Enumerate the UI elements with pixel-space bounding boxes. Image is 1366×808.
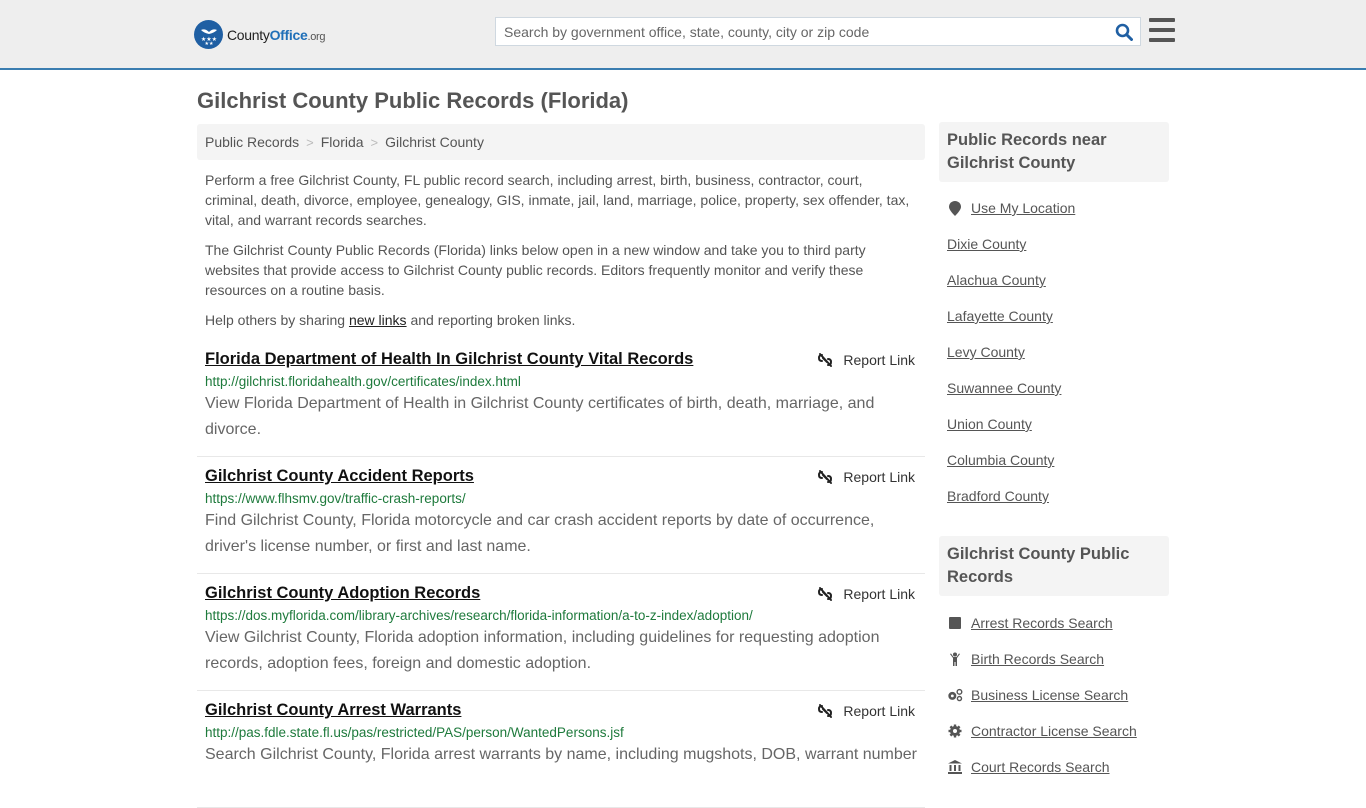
nearby-county-link[interactable]: Levy County — [947, 344, 1025, 360]
nearby-county-item: Alachua County — [947, 262, 1169, 298]
record-url[interactable]: https://www.flhsmv.gov/traffic-crash-rep… — [205, 491, 917, 506]
broken-link-icon — [818, 587, 833, 601]
record-description: View Florida Department of Health in Gil… — [205, 395, 875, 438]
nearby-county-item: Columbia County — [947, 442, 1169, 478]
report-link-button[interactable]: Report Link — [817, 352, 915, 368]
page-title: Gilchrist County Public Records (Florida… — [197, 88, 629, 113]
contractor-license-link[interactable]: Contractor License Search — [971, 723, 1137, 739]
nearby-county-link[interactable]: Suwannee County — [947, 380, 1061, 396]
gear-icon — [947, 724, 963, 738]
site-logo[interactable]: ★★★ ★★ CountyOffice.org — [194, 20, 326, 49]
arrest-records-link[interactable]: Arrest Records Search — [971, 615, 1113, 631]
nearby-county-link[interactable]: Union County — [947, 416, 1032, 432]
report-link-button[interactable]: Report Link — [817, 703, 915, 719]
intro-paragraph-2: The Gilchrist County Public Records (Flo… — [205, 242, 866, 298]
record-description: Search Gilchrist County, Florida arrest … — [205, 746, 917, 763]
county-record-item: Contractor License Search — [947, 713, 1169, 749]
broken-link-icon — [818, 704, 833, 718]
nearby-county-link[interactable]: Lafayette County — [947, 308, 1053, 324]
record-title-link[interactable]: Gilchrist County Arrest Warrants — [205, 701, 461, 720]
svg-text:★★: ★★ — [204, 41, 213, 46]
map-marker-icon — [947, 200, 963, 216]
record-url[interactable]: http://pas.fdle.state.fl.us/pas/restrict… — [205, 725, 917, 740]
nearby-county-item: Suwannee County — [947, 370, 1169, 406]
county-record-item: Business License Search — [947, 677, 1169, 713]
square-icon — [947, 616, 963, 630]
new-links-link[interactable]: new links — [349, 312, 407, 328]
sidebar-nearby: Public Records near Gilchrist County Use… — [939, 122, 1169, 514]
county-record-item: Arrest Records Search — [947, 605, 1169, 641]
intro-paragraph-1: Perform a free Gilchrist County, FL publ… — [205, 172, 910, 228]
intro-paragraph-3: Help others by sharing new links and rep… — [205, 312, 576, 328]
search-icon — [1115, 23, 1133, 41]
record-item: Gilchrist County Accident Reports Report… — [197, 457, 925, 574]
record-title-link[interactable]: Florida Department of Health In Gilchris… — [205, 350, 693, 369]
business-license-link[interactable]: Business License Search — [971, 687, 1128, 703]
record-list: Florida Department of Health In Gilchris… — [197, 340, 925, 808]
record-item: Gilchrist County Adoption Records Report… — [197, 574, 925, 691]
county-records-list: Arrest Records Search Birth Records Sear… — [939, 605, 1169, 785]
nearby-county-item: Dixie County — [947, 226, 1169, 262]
report-link-button[interactable]: Report Link — [817, 469, 915, 485]
breadcrumb-separator: > — [306, 134, 314, 150]
use-my-location-link[interactable]: Use My Location — [971, 200, 1075, 216]
nearby-county-link[interactable]: Columbia County — [947, 452, 1054, 468]
broken-link-icon — [818, 353, 833, 367]
county-record-item: Court Records Search — [947, 749, 1169, 785]
search-button[interactable] — [1108, 18, 1140, 45]
sidebar-county-records-title: Gilchrist County Public Records — [939, 536, 1169, 596]
nearby-county-item: Bradford County — [947, 478, 1169, 514]
court-records-link[interactable]: Court Records Search — [971, 759, 1110, 775]
hamburger-menu-icon[interactable] — [1149, 18, 1175, 42]
birth-records-link[interactable]: Birth Records Search — [971, 651, 1104, 667]
nearby-county-link[interactable]: Bradford County — [947, 488, 1049, 504]
sidebar-county-records: Gilchrist County Public Records Arrest R… — [939, 536, 1169, 785]
site-header: ★★★ ★★ CountyOffice.org — [0, 0, 1366, 70]
logo-text: CountyOffice.org — [227, 26, 326, 43]
use-my-location-item: Use My Location — [947, 190, 1169, 226]
record-url[interactable]: https://dos.myflorida.com/library-archiv… — [205, 608, 917, 623]
nearby-county-link[interactable]: Dixie County — [947, 236, 1026, 252]
nearby-county-link[interactable]: Alachua County — [947, 272, 1046, 288]
nearby-county-item: Lafayette County — [947, 298, 1169, 334]
intro-text: Perform a free Gilchrist County, FL publ… — [205, 170, 917, 340]
breadcrumb-separator: > — [370, 134, 379, 150]
courthouse-icon — [947, 760, 963, 774]
nearby-county-item: Union County — [947, 406, 1169, 442]
record-item: Gilchrist County Arrest Warrants Report … — [197, 691, 925, 808]
sidebar-nearby-title: Public Records near Gilchrist County — [939, 122, 1169, 182]
search-input[interactable] — [496, 18, 1108, 45]
broken-link-icon — [818, 470, 833, 484]
nearby-county-list: Use My Location Dixie County Alachua Cou… — [939, 190, 1169, 514]
eagle-stars-icon: ★★★ ★★ — [194, 20, 223, 49]
record-url[interactable]: http://gilchrist.floridahealth.gov/certi… — [205, 374, 917, 389]
record-description: Find Gilchrist County, Florida motorcycl… — [205, 512, 875, 555]
county-record-item: Birth Records Search — [947, 641, 1169, 677]
cogs-icon — [947, 688, 963, 702]
breadcrumb-gilchrist-county[interactable]: Gilchrist County — [385, 134, 484, 150]
breadcrumb: Public Records > Florida > Gilchrist Cou… — [197, 124, 925, 160]
report-link-button[interactable]: Report Link — [817, 586, 915, 602]
nearby-county-item: Levy County — [947, 334, 1169, 370]
record-title-link[interactable]: Gilchrist County Adoption Records — [205, 584, 480, 603]
child-icon — [947, 652, 963, 667]
record-description: View Gilchrist County, Florida adoption … — [205, 629, 880, 672]
record-title-link[interactable]: Gilchrist County Accident Reports — [205, 467, 474, 486]
breadcrumb-florida[interactable]: Florida — [321, 134, 364, 150]
search-box — [495, 17, 1141, 46]
record-item: Florida Department of Health In Gilchris… — [197, 340, 925, 457]
breadcrumb-public-records[interactable]: Public Records — [205, 134, 299, 150]
